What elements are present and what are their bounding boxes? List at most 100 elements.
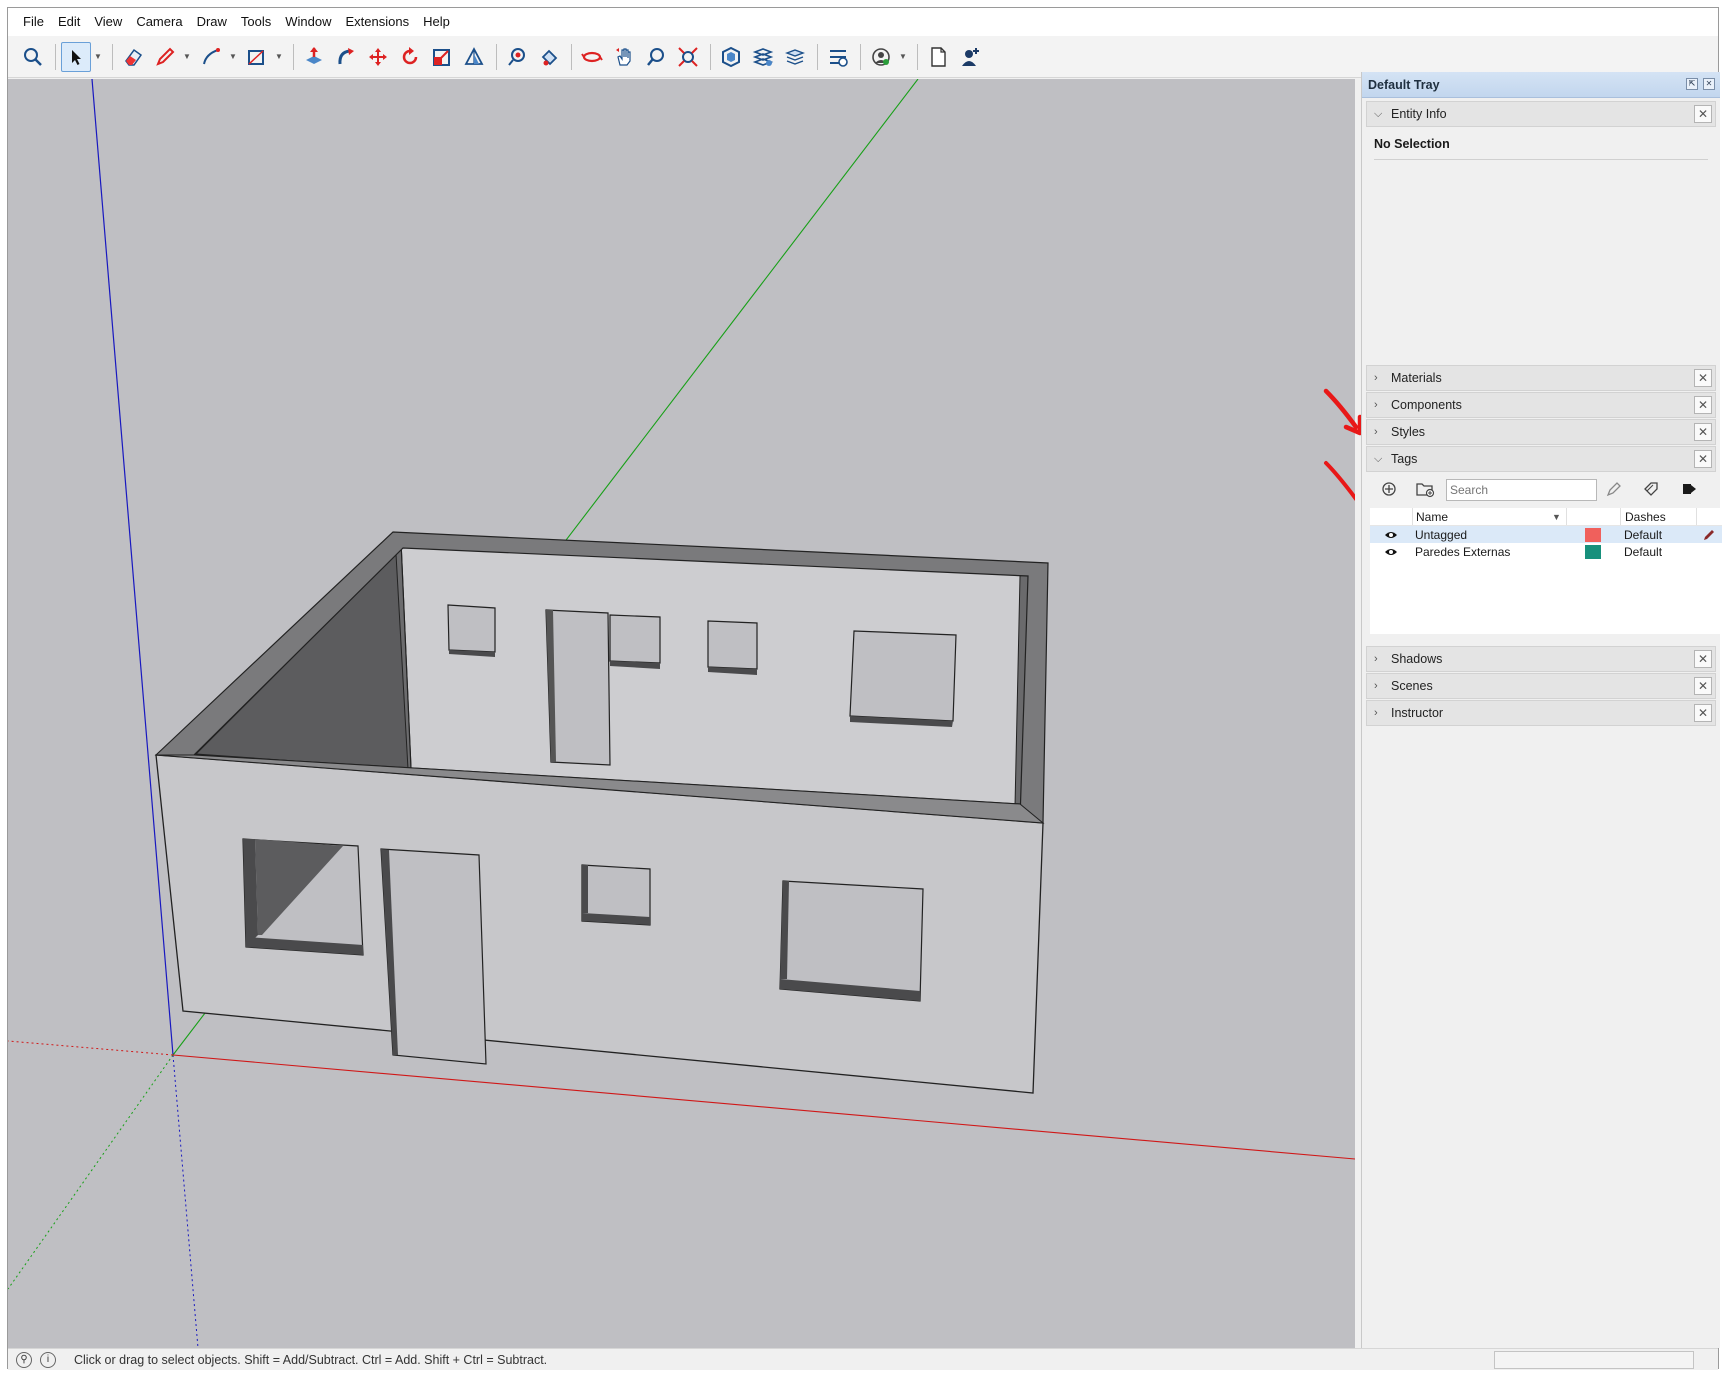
menu-extensions[interactable]: Extensions [339,8,417,36]
panel-scenes[interactable]: › Scenes ✕ [1366,673,1716,699]
section-plane-icon[interactable] [459,42,489,72]
measurements-box[interactable] [1494,1351,1694,1369]
sketchup-window: File Edit View Camera Draw Tools Window … [7,7,1722,1370]
scale-icon[interactable] [427,42,457,72]
close-icon[interactable]: ✕ [1694,423,1712,441]
panel-components-label: Components [1391,398,1462,412]
close-icon[interactable]: ✕ [1694,369,1712,387]
modeling-viewport[interactable] [8,79,1355,1348]
account-icon[interactable] [866,42,896,72]
green-axis-negative [8,1054,174,1290]
panel-entity-info-label: Entity Info [1391,107,1447,121]
tag-tools-icon[interactable] [1640,478,1662,500]
menu-tools[interactable]: Tools [234,8,278,36]
close-icon[interactable]: ✕ [1694,677,1712,695]
add-tag-folder-icon[interactable] [1414,478,1436,500]
model-scene [8,79,1355,1348]
tags-table: Name ▼ Dashes Untagged Default Paredes E… [1370,508,1722,634]
menu-file[interactable]: File [16,8,51,36]
select-icon[interactable] [61,41,91,72]
info-icon[interactable]: i [40,1351,56,1368]
layers-icon[interactable] [780,42,810,72]
line-dropdown-icon[interactable]: ▼ [228,42,238,72]
column-name[interactable]: Name [1412,508,1552,525]
pencil-icon[interactable] [1696,528,1722,542]
tray-close-icon[interactable]: ✕ [1703,78,1715,90]
eye-icon[interactable] [1370,530,1412,540]
paint-bucket-icon[interactable] [534,42,564,72]
tape-measure-icon[interactable] [502,42,532,72]
panel-instructor[interactable]: › Instructor ✕ [1366,700,1716,726]
tag-color-swatch[interactable] [1585,544,1601,559]
follow-me-icon[interactable] [331,42,361,72]
menu-camera[interactable]: Camera [129,8,189,36]
search-icon[interactable] [18,42,48,72]
menu-draw[interactable]: Draw [190,8,234,36]
rectangle-icon[interactable] [242,42,272,72]
eraser-icon[interactable] [118,42,148,72]
tag-color-by-icon[interactable] [1603,478,1625,500]
chevron-right-icon: › [1374,680,1378,692]
chevron-right-icon: › [1374,653,1378,665]
panel-components[interactable]: › Components ✕ [1366,392,1716,418]
status-text: Click or drag to select objects. Shift =… [74,1352,548,1367]
account-dropdown-icon[interactable]: ▼ [898,42,908,72]
tag-search-input[interactable] [1446,479,1597,501]
add-tag-icon[interactable] [1378,478,1400,500]
tag-name[interactable]: Untagged [1412,528,1552,542]
menu-window[interactable]: Window [278,8,338,36]
menu-edit[interactable]: Edit [51,8,87,36]
extension-warehouse-icon[interactable] [748,42,778,72]
tag-row-untagged[interactable]: Untagged Default [1370,526,1722,543]
panel-entity-info[interactable]: ⌵ Entity Info ✕ [1366,101,1716,127]
close-icon[interactable]: ✕ [1694,704,1712,722]
red-axis-negative [8,1040,174,1056]
tag-dashes[interactable]: Default [1620,528,1696,542]
orbit-icon[interactable] [577,42,607,72]
select-dropdown-icon[interactable]: ▼ [93,42,103,72]
warehouse-icon[interactable] [716,42,746,72]
close-icon[interactable]: ✕ [1694,650,1712,668]
pan-icon[interactable] [609,42,639,72]
chevron-down-icon: ⌵ [1374,453,1383,465]
geo-location-icon[interactable]: ⚲ [16,1351,32,1368]
back-window-2 [609,614,661,664]
back-window-4 [849,630,957,722]
tag-color-swatch[interactable] [1585,527,1601,542]
tag-name[interactable]: Paredes Externas [1412,545,1552,559]
close-icon[interactable]: ✕ [1694,396,1712,414]
panel-shadows-label: Shadows [1391,652,1443,666]
close-icon[interactable]: ✕ [1694,105,1712,123]
move-icon[interactable] [363,42,393,72]
push-pull-icon[interactable] [299,42,329,72]
menu-help[interactable]: Help [416,8,457,36]
pencil-icon[interactable] [150,42,180,72]
pin-icon[interactable]: ⇱ [1686,78,1698,90]
rectangle-dropdown-icon[interactable]: ▼ [274,42,284,72]
chevron-down-icon[interactable]: ▼ [1552,508,1566,525]
new-file-icon[interactable] [923,42,953,72]
tag-details-icon[interactable] [1678,478,1700,500]
user-add-icon[interactable] [955,42,985,72]
chevron-down-icon: ⌵ [1374,108,1383,120]
column-dashes[interactable]: Dashes [1620,508,1696,525]
status-bar: ⚲ i Click or drag to select objects. Shi… [8,1348,1718,1370]
extension-manager-icon[interactable] [823,42,853,72]
panel-materials[interactable]: › Materials ✕ [1366,365,1716,391]
rotate-icon[interactable] [395,42,425,72]
menu-view[interactable]: View [87,8,129,36]
close-icon[interactable]: ✕ [1694,450,1712,468]
back-window-3 [707,620,758,670]
zoom-icon[interactable] [641,42,671,72]
default-tray: Default Tray ⇱ ✕ ⌵ Entity Info ✕ No Sele… [1361,72,1722,1348]
eye-icon[interactable] [1370,547,1412,557]
tag-row-paredes-externas[interactable]: Paredes Externas Default [1370,543,1722,560]
zoom-extents-icon[interactable] [673,42,703,72]
line-icon[interactable] [196,42,226,72]
pencil-dropdown-icon[interactable]: ▼ [182,42,192,72]
red-axis [172,1054,1355,1160]
panel-styles[interactable]: › Styles ✕ [1366,419,1716,445]
tag-dashes[interactable]: Default [1620,545,1696,559]
panel-shadows[interactable]: › Shadows ✕ [1366,646,1716,672]
panel-tags[interactable]: ⌵ Tags ✕ [1366,446,1716,472]
